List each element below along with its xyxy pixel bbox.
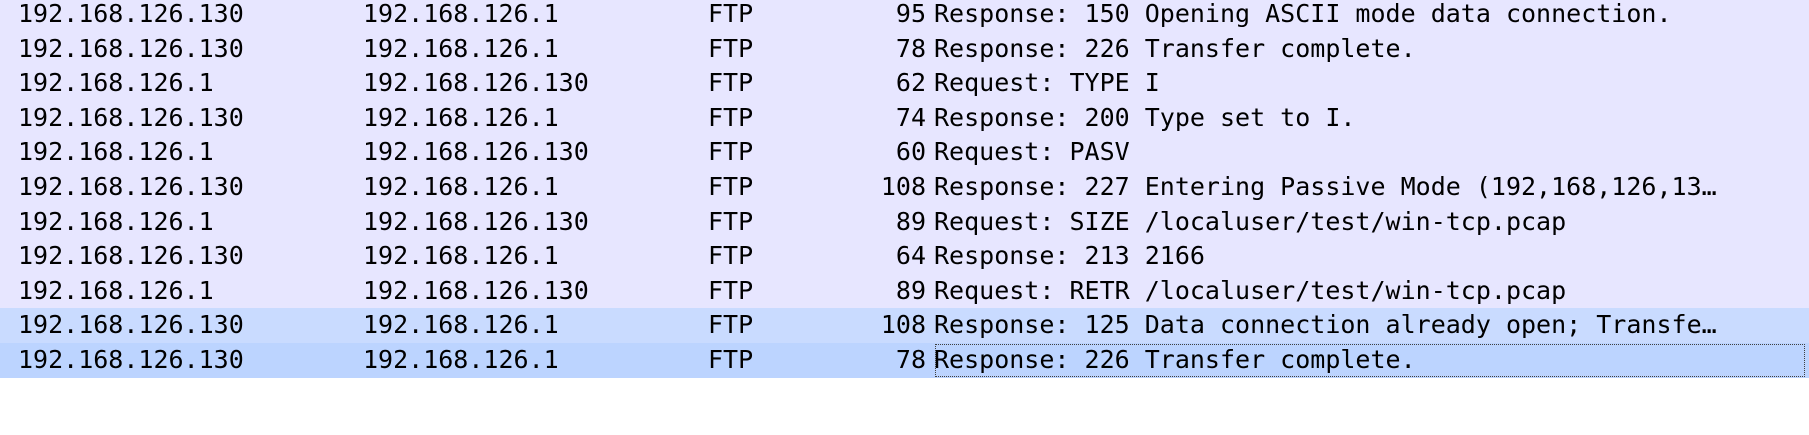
protocol-cell: FTP [708,206,754,236]
packet-row-selected[interactable]: 192.168.126.130 192.168.126.1 FTP 78 Res… [0,343,1809,378]
info-cell: Request: RETR /localuser/test/win-tcp.pc… [934,275,1567,305]
protocol-cell: FTP [708,172,754,201]
info-cell: Request: PASV [934,137,1130,167]
protocol-cell: FTP [708,241,754,271]
protocol-cell: FTP [708,137,754,167]
length-cell: 89 [895,275,926,305]
protocol-cell: FTP [708,275,754,305]
packet-row[interactable]: 192.168.126.1 192.168.126.130 FTP 60 Req… [0,135,1809,170]
protocol-cell: FTP [708,0,754,28]
destination-cell: 192.168.126.1 [363,310,559,340]
source-cell: 192.168.126.130 [18,0,244,28]
destination-cell: 192.168.126.1 [363,241,559,271]
length-cell: 74 [895,102,926,132]
source-cell: 192.168.126.1 [18,206,214,236]
length-cell: 108 [880,172,926,201]
length-cell: 95 [895,0,926,28]
packet-row[interactable]: 192.168.126.130 192.168.126.1 FTP 95 Res… [0,0,1809,32]
packet-row[interactable]: 192.168.126.130 192.168.126.1 FTP 78 Res… [0,31,1809,67]
info-cell: Response: 125 Data connection already op… [934,310,1717,340]
packet-row[interactable]: 192.168.126.130 192.168.126.1 FTP 108 Re… [0,170,1809,205]
destination-cell: 192.168.126.1 [363,345,559,374]
packet-row[interactable]: 192.168.126.130 192.168.126.1 FTP 64 Res… [0,239,1809,274]
info-cell: Request: SIZE /localuser/test/win-tcp.pc… [934,206,1567,236]
destination-cell: 192.168.126.1 [363,0,559,28]
packet-row[interactable]: 192.168.126.1 192.168.126.130 FTP 89 Req… [0,204,1809,240]
packet-row[interactable]: 192.168.126.1 192.168.126.130 FTP 89 Req… [0,273,1809,309]
source-cell: 192.168.126.130 [18,33,244,63]
length-cell: 62 [895,68,926,98]
source-cell: 192.168.126.1 [18,137,214,167]
destination-cell: 192.168.126.130 [363,275,589,305]
info-cell: Response: 213 2166 [934,241,1205,271]
source-cell: 192.168.126.130 [18,241,244,271]
protocol-cell: FTP [708,345,754,374]
packet-row[interactable]: 192.168.126.1 192.168.126.130 FTP 62 Req… [0,66,1809,101]
packet-row[interactable]: 192.168.126.130 192.168.126.1 FTP 108 Re… [0,308,1809,343]
info-cell: Request: TYPE I [934,68,1160,98]
length-cell: 64 [895,241,926,271]
destination-cell: 192.168.126.1 [363,102,559,132]
info-cell: Response: 226 Transfer complete. [934,343,1806,378]
packet-list[interactable]: 192.168.126.130 192.168.126.1 FTP 95 Res… [0,0,1809,435]
destination-cell: 192.168.126.130 [363,68,589,98]
length-cell: 89 [895,206,926,236]
protocol-cell: FTP [708,33,754,63]
source-cell: 192.168.126.130 [18,310,244,340]
packet-row[interactable]: 192.168.126.130 192.168.126.1 FTP 74 Res… [0,100,1809,136]
source-cell: 192.168.126.130 [18,172,244,201]
destination-cell: 192.168.126.130 [363,206,589,236]
protocol-cell: FTP [708,68,754,98]
length-cell: 60 [895,137,926,167]
info-cell: Response: 226 Transfer complete. [934,33,1416,63]
source-cell: 192.168.126.130 [18,102,244,132]
destination-cell: 192.168.126.130 [363,137,589,167]
info-cell: Response: 227 Entering Passive Mode (192… [934,172,1717,201]
length-cell: 78 [895,345,926,374]
source-cell: 192.168.126.1 [18,68,214,98]
info-cell: Response: 200 Type set to I. [934,102,1356,132]
protocol-cell: FTP [708,102,754,132]
destination-cell: 192.168.126.1 [363,172,559,201]
length-cell: 78 [895,33,926,63]
length-cell: 108 [880,310,926,340]
source-cell: 192.168.126.1 [18,275,214,305]
info-cell: Response: 150 Opening ASCII mode data co… [934,0,1672,28]
protocol-cell: FTP [708,310,754,340]
source-cell: 192.168.126.130 [18,345,244,374]
destination-cell: 192.168.126.1 [363,33,559,63]
